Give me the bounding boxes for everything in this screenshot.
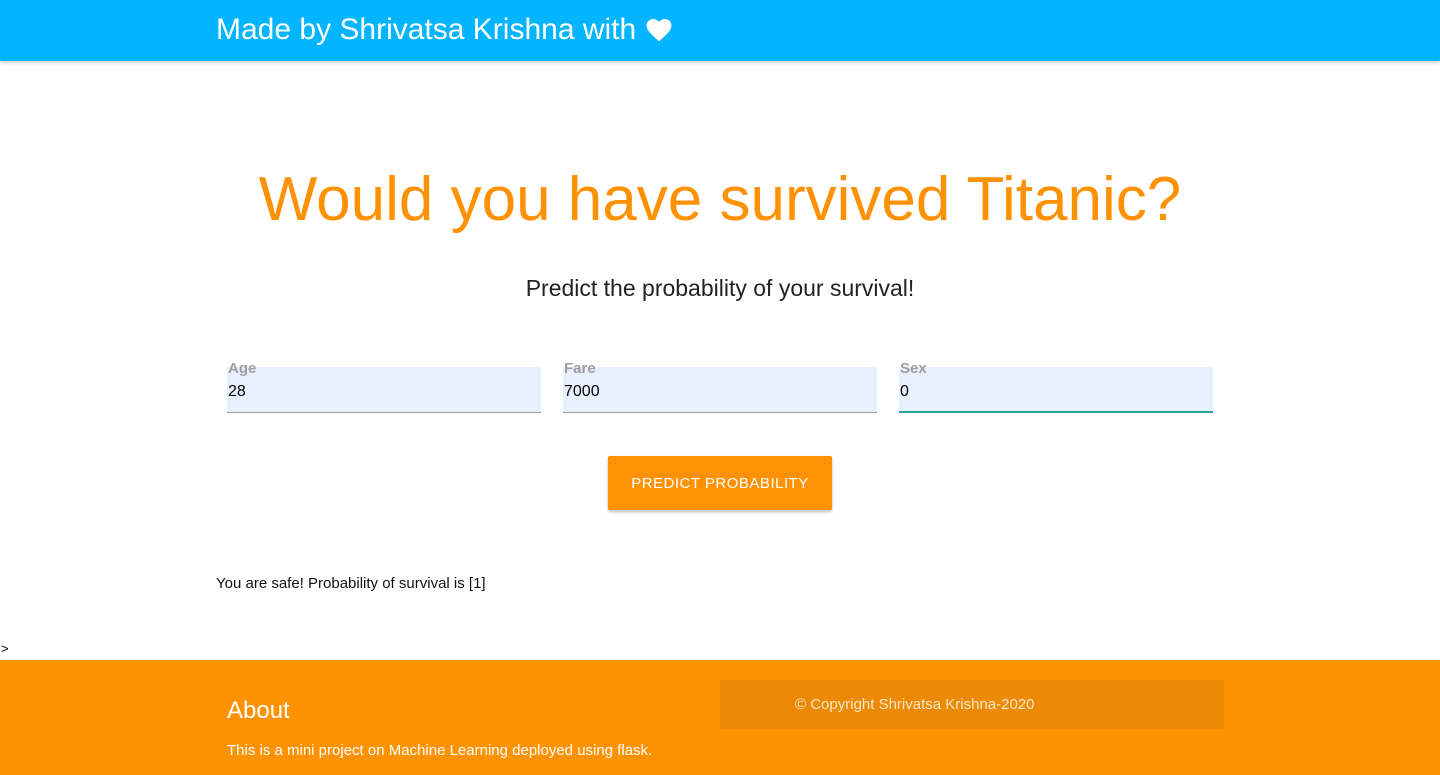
footer-description: This is a mini project on Machine Learni… — [227, 742, 653, 759]
prediction-result: You are safe! Probability of survival is… — [216, 575, 486, 592]
age-field: Age — [227, 360, 541, 413]
footer-heading: About — [227, 697, 290, 724]
stray-text: > — [1, 641, 9, 656]
sex-label: Sex — [900, 360, 927, 377]
page-title: Would you have survived Titanic? — [258, 165, 1182, 234]
page-subtitle: Predict the probability of your survival… — [525, 275, 915, 301]
brand-text: Made by Shrivatsa Krishna with — [216, 13, 637, 46]
fare-input[interactable] — [563, 380, 874, 404]
sex-field: Sex — [899, 360, 1213, 413]
copyright-bar: © Copyright Shrivatsa Krishna-2020 — [720, 680, 1224, 729]
fare-field: Fare — [563, 360, 877, 413]
age-label: Age — [228, 360, 257, 377]
fare-label: Fare — [564, 360, 596, 377]
brand[interactable]: Made by Shrivatsa Krishna with — [216, 12, 672, 48]
footer: About This is a mini project on Machine … — [0, 660, 1440, 775]
age-input[interactable] — [227, 380, 538, 404]
navbar: Made by Shrivatsa Krishna with — [0, 0, 1440, 61]
copyright-text: © Copyright Shrivatsa Krishna-2020 — [795, 696, 1035, 713]
predict-probability-button[interactable]: PREDICT PROBABILITY — [608, 456, 832, 510]
sex-input[interactable] — [899, 380, 1210, 404]
heart-icon — [646, 18, 672, 42]
